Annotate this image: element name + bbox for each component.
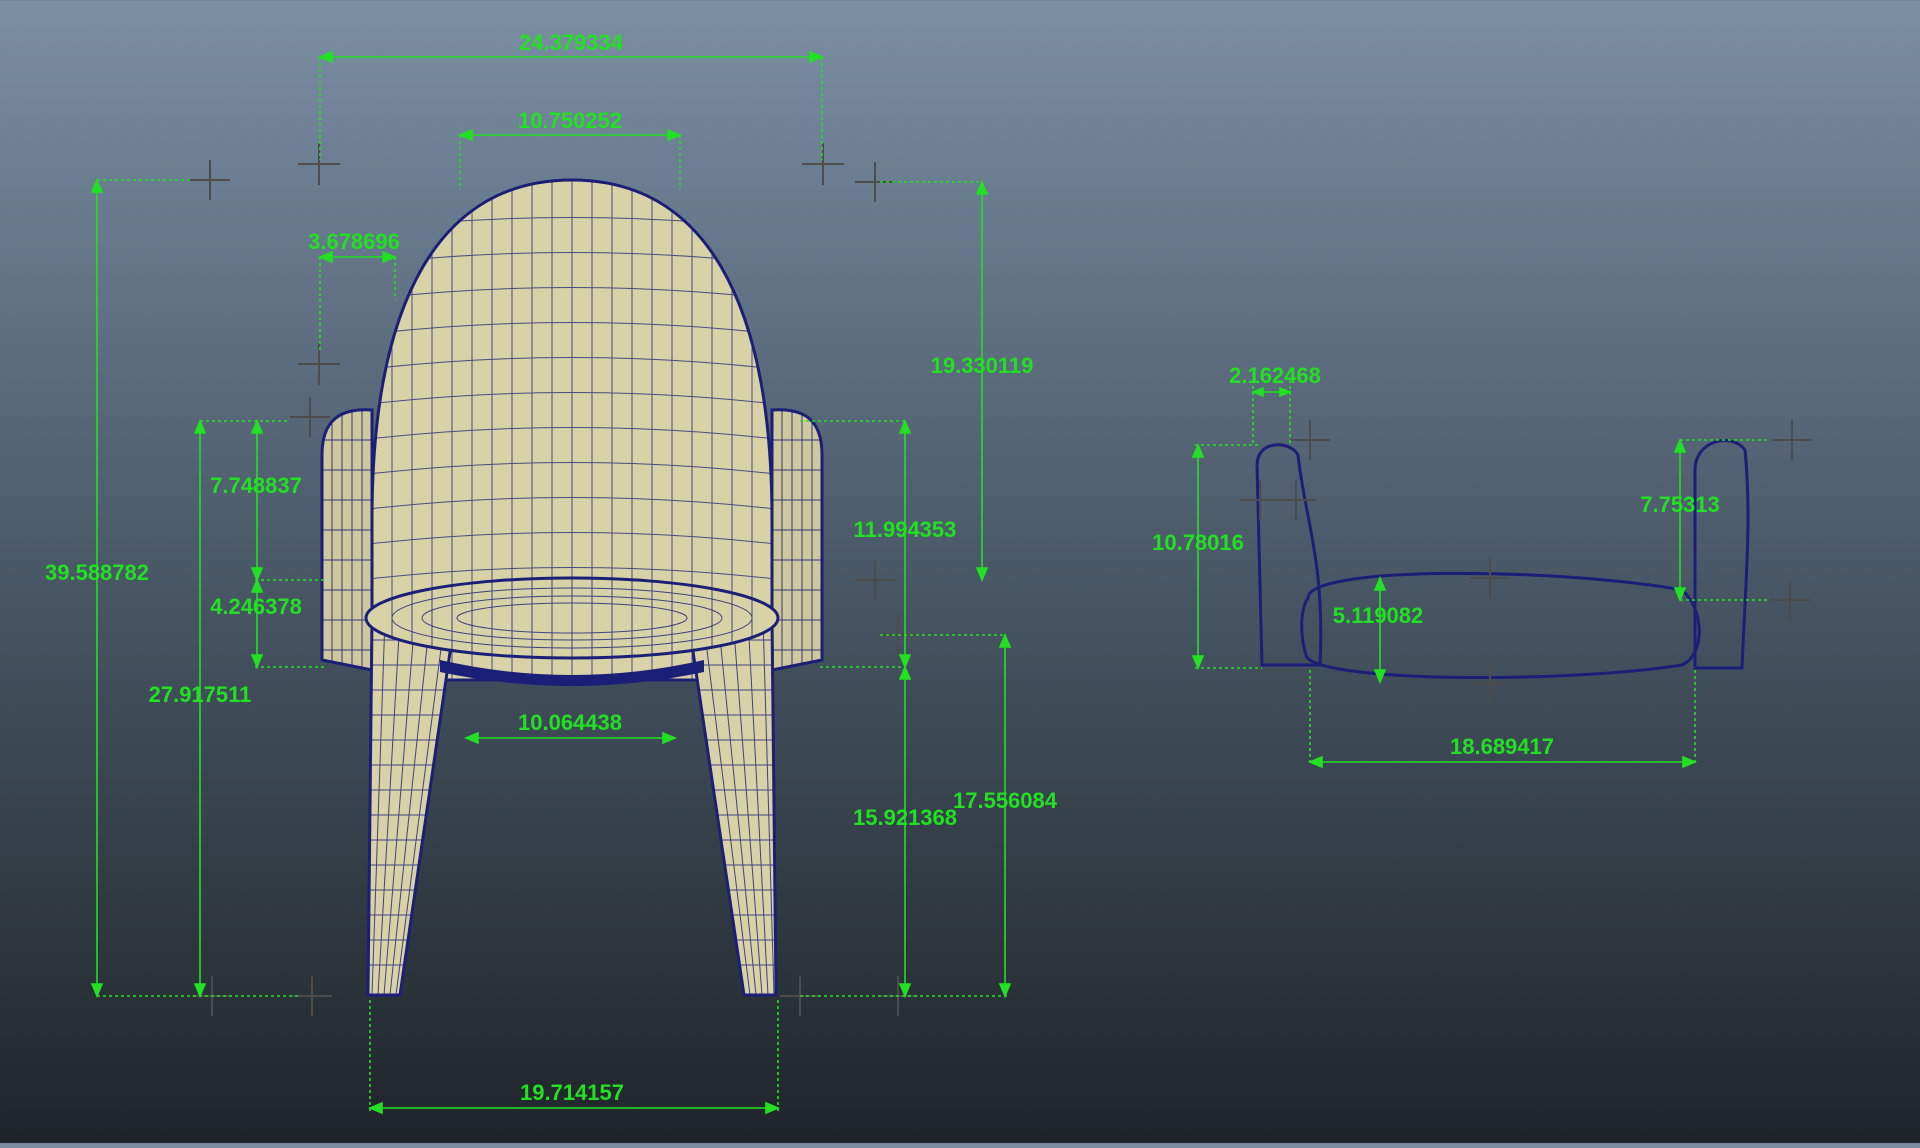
- chair-right-arm: [770, 408, 824, 672]
- dim-back-top-width: 10.750252: [518, 108, 622, 133]
- chair-parts-side-view[interactable]: [1255, 439, 1750, 680]
- modeling-viewport[interactable]: 24.379334 10.750252 3.678696 39.588782 2…: [0, 0, 1920, 1143]
- dim-leg-inner-width: 10.064438: [518, 710, 622, 735]
- chair-front-view[interactable]: [320, 170, 824, 997]
- dim-total-height: 39.588782: [45, 560, 149, 585]
- chair-left-arm: [320, 408, 374, 672]
- dim-arm-height: 27.917511: [149, 682, 252, 707]
- dim-side-arm-width: 2.162468: [1229, 363, 1321, 388]
- dim-arm-to-seat: 11.994353: [854, 517, 957, 542]
- dim-side-arm-right: 7.75313: [1640, 492, 1720, 517]
- side-right-arm-outline: [1693, 439, 1750, 670]
- dim-seat-top-height: 17.556084: [953, 788, 1058, 813]
- dim-back-height: 19.330119: [931, 353, 1034, 378]
- dim-arm-width: 3.678696: [308, 229, 400, 254]
- dim-arm-lower: 4.246378: [210, 594, 302, 619]
- dim-side-arm-height: 10.78016: [1152, 530, 1244, 555]
- dim-arm-upper: 7.748837: [210, 473, 302, 498]
- dim-seat-height: 15.921368: [853, 805, 957, 830]
- dim-back-total-width: 24.379334: [519, 30, 624, 55]
- dim-side-cushion-width: 18.689417: [1450, 734, 1554, 759]
- side-left-arm-outline: [1255, 443, 1323, 667]
- chair-left-leg: [366, 616, 457, 997]
- dim-side-cushion-height: 5.119082: [1333, 603, 1424, 628]
- dimension-labels: 24.379334 10.750252 3.678696 39.588782 2…: [45, 30, 1720, 1105]
- chair-right-leg: [686, 616, 778, 997]
- dim-base-width: 19.714157: [520, 1080, 624, 1105]
